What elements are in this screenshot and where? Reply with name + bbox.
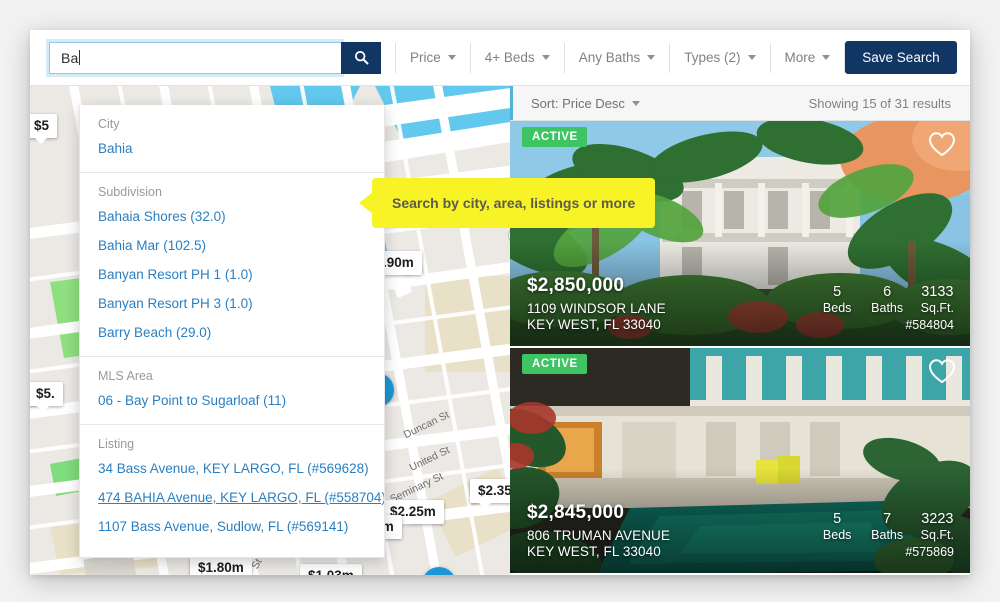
listing-beds-value: 5	[833, 284, 842, 300]
listing-stats: 5 Beds 7 Baths 3223 Sq.Ft. #575869	[821, 511, 954, 559]
listing-sqft-value: 3223	[921, 511, 954, 527]
chevron-down-icon	[747, 55, 756, 60]
listing-baths-label: Baths	[871, 301, 904, 315]
autocomplete-group-heading: Subdivision	[98, 185, 162, 199]
listing-price: $2,850,000	[527, 275, 625, 296]
listing-address-line2: KEY WEST, FL 33040	[527, 317, 661, 332]
chevron-down-icon	[447, 55, 456, 60]
heart-outline-icon[interactable]	[928, 358, 956, 384]
listing-mls-id: #575869	[905, 545, 954, 559]
listing-baths-value: 6	[883, 284, 892, 300]
sort-label: Sort: Price Desc	[531, 95, 625, 111]
filter-price[interactable]: Price	[395, 42, 471, 73]
filter-baths[interactable]: Any Baths	[565, 42, 671, 73]
chevron-down-icon	[631, 100, 640, 106]
status-badge: ACTIVE	[522, 127, 587, 147]
autocomplete-group-subdivision: Subdivision Bahaia Shores (32.0) Bahia M…	[80, 173, 384, 357]
listing-sqft-label: Sq.Ft.	[920, 301, 954, 315]
filter-more-label: More	[784, 50, 816, 65]
autocomplete-item-banyan-resort-ph1[interactable]: Banyan Resort PH 1 (1.0)	[80, 259, 384, 288]
status-badge: ACTIVE	[522, 354, 587, 374]
chevron-down-icon	[647, 55, 656, 60]
autocomplete-item-34-bass-avenue[interactable]: 34 Bass Avenue, KEY LARGO, FL (#569628)	[80, 453, 384, 482]
chevron-down-icon	[541, 55, 550, 60]
map-price-pin[interactable]: $2.35	[470, 479, 510, 509]
search-container: Ba	[46, 38, 381, 77]
tooltip-arrow	[359, 192, 373, 214]
search-submit-button[interactable]	[341, 41, 381, 74]
map-price-pin[interactable]: $5.	[30, 382, 63, 412]
listing-beds: 5 Beds	[821, 284, 854, 315]
filter-beds-label: 4+ Beds	[484, 50, 535, 65]
listing-beds: 5 Beds	[821, 511, 854, 542]
listing-address-line2: KEY WEST, FL 33040	[527, 544, 661, 559]
listing-beds-value: 5	[833, 511, 842, 527]
autocomplete-item-bahaia-shores[interactable]: Bahaia Shores (32.0)	[80, 201, 384, 230]
autocomplete-item-banyan-resort-ph3[interactable]: Banyan Resort PH 3 (1.0)	[80, 288, 384, 317]
listing-stats: 5 Beds 6 Baths 3133 Sq.Ft. #584804	[821, 284, 954, 332]
tooltip-text: Search by city, area, listings or more	[372, 178, 656, 228]
autocomplete-item-bahia-mar[interactable]: Bahia Mar (102.5)	[80, 230, 384, 259]
text-caret	[79, 50, 81, 65]
search-input[interactable]: Ba	[46, 38, 344, 77]
filter-types-label: Types (2)	[684, 50, 741, 65]
filter-baths-label: Any Baths	[578, 50, 641, 65]
autocomplete-group-heading: MLS Area	[98, 369, 153, 383]
autocomplete-group-mls-area: MLS Area 06 - Bay Point to Sugarloaf (11…	[80, 357, 384, 425]
listing-beds-label: Beds	[822, 301, 852, 315]
listing-summary: $2,850,000 1109 WINDSOR LANE KEY WEST, F…	[527, 275, 666, 332]
save-search-button[interactable]: Save Search	[845, 41, 957, 74]
listing-sqft-value: 3133	[921, 284, 954, 300]
listing-card[interactable]: ACTIVE $2,850,000 1109 WINDSOR LANE KEY …	[510, 121, 970, 348]
map-price-pin[interactable]: $1.03m	[300, 564, 362, 575]
autocomplete-item-474-bahia-avenue[interactable]: 474 BAHIA Avenue, KEY LARGO, FL (#558704…	[80, 482, 384, 511]
heart-outline-icon[interactable]	[928, 131, 956, 157]
listing-stats-row: 5 Beds 7 Baths 3223 Sq.Ft.	[821, 511, 954, 542]
listing-mls-id: #584804	[905, 318, 954, 332]
listing-beds-label: Beds	[822, 528, 852, 542]
filter-types[interactable]: Types (2)	[670, 42, 771, 73]
results-count: Showing 15 of 31 results	[808, 95, 951, 111]
listing-baths: 6 Baths	[871, 284, 904, 315]
listing-summary: $2,845,000 806 TRUMAN AVENUE KEY WEST, F…	[527, 502, 670, 559]
listing-stats-row: 5 Beds 6 Baths 3133 Sq.Ft.	[821, 284, 954, 315]
chevron-down-icon	[822, 55, 831, 60]
filter-more[interactable]: More	[771, 42, 846, 73]
sort-dropdown[interactable]: Sort: Price Desc	[531, 96, 640, 111]
top-toolbar: Ba Price 4+ Beds Any Baths Types (2) Mor…	[30, 30, 970, 86]
app-window: Ba Price 4+ Beds Any Baths Types (2) Mor…	[30, 30, 970, 575]
autocomplete-group-city: City Bahia	[80, 105, 384, 173]
autocomplete-item-barry-beach[interactable]: Barry Beach (29.0)	[80, 317, 384, 346]
filter-bar: Price 4+ Beds Any Baths Types (2) More	[395, 42, 846, 73]
search-input-value: Ba	[61, 49, 79, 66]
listing-baths-label: Baths	[871, 528, 904, 542]
listing-price: $2,845,000	[527, 502, 625, 523]
filter-beds[interactable]: 4+ Beds	[471, 42, 565, 73]
autocomplete-group-listing: Listing 34 Bass Avenue, KEY LARGO, FL (#…	[80, 425, 384, 550]
autocomplete-item-bahia[interactable]: Bahia	[80, 133, 384, 162]
listing-sqft: 3133 Sq.Ft.	[921, 284, 954, 315]
search-icon	[354, 50, 368, 65]
filter-price-label: Price	[410, 50, 441, 65]
listing-sqft: 3223 Sq.Ft.	[921, 511, 954, 542]
results-panel: Sort: Price Desc Showing 15 of 31 result…	[510, 86, 970, 575]
results-toolbar: Sort: Price Desc Showing 15 of 31 result…	[510, 86, 970, 121]
autocomplete-item-bay-point-sugarloaf[interactable]: 06 - Bay Point to Sugarloaf (11)	[80, 385, 384, 414]
map-price-pin[interactable]: $1.80m	[190, 556, 252, 575]
autocomplete-item-1107-bass-avenue[interactable]: 1107 Bass Avenue, Sudlow, FL (#569141)	[80, 511, 384, 540]
listing-baths-value: 7	[883, 511, 892, 527]
autocomplete-group-heading: City	[98, 117, 120, 131]
listing-card[interactable]: ACTIVE $2,845,000 806 TRUMAN AVENUE KEY …	[510, 348, 970, 575]
listing-baths: 7 Baths	[871, 511, 904, 542]
map-price-pin[interactable]: $5	[30, 114, 58, 144]
autocomplete-group-heading: Listing	[98, 437, 135, 451]
listing-address-line1: 1109 WINDSOR LANE	[527, 301, 666, 316]
listing-sqft-label: Sq.Ft.	[920, 528, 954, 542]
listing-address-line1: 806 TRUMAN AVENUE	[527, 528, 670, 543]
search-autocomplete-dropdown: City Bahia Subdivision Bahaia Shores (32…	[79, 105, 385, 558]
